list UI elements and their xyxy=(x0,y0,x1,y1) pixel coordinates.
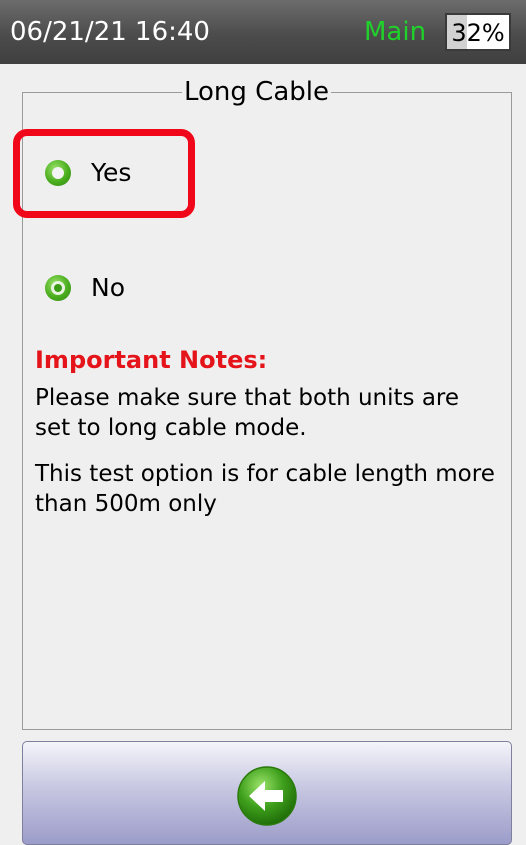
radio-dot xyxy=(54,284,62,292)
note-paragraph: Please make sure that both units are set… xyxy=(35,385,460,441)
highlight-box xyxy=(13,129,195,218)
back-arrow-icon xyxy=(237,766,297,826)
option-no[interactable]: No xyxy=(45,272,125,304)
note-paragraph: This test option is for cable length mor… xyxy=(35,461,495,517)
screen-name: Main xyxy=(364,17,427,47)
group-title: Long Cable xyxy=(182,75,331,109)
back-button[interactable] xyxy=(22,741,512,845)
radio-selected-icon[interactable] xyxy=(45,275,71,301)
option-no-label: No xyxy=(91,273,125,302)
notes-heading: Important Notes: xyxy=(35,346,268,374)
datetime: 06/21/21 16:40 xyxy=(10,17,210,47)
battery-indicator: 32% xyxy=(445,13,511,51)
battery-percent: 32% xyxy=(451,19,505,47)
status-bar: 06/21/21 16:40 Main 32% xyxy=(0,0,526,64)
